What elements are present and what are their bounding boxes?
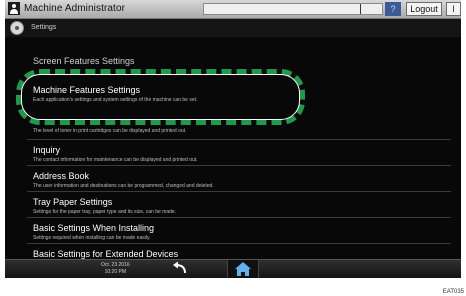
menu-item-title: Inquiry (33, 145, 61, 155)
home-button[interactable] (227, 260, 259, 278)
divider (27, 243, 451, 244)
settings-menu: Screen Features Settings Machine Feature… (5, 37, 461, 259)
menu-item-title: Basic Settings for Extended Devices (33, 249, 179, 259)
divider (27, 217, 451, 218)
divider (360, 4, 361, 14)
menu-item-desc: Settings required when installing can be… (33, 235, 151, 241)
clock: Oct. 23 2016 10:20 PM (101, 262, 130, 276)
user-icon (8, 2, 20, 15)
divider (27, 139, 451, 140)
gear-icon (10, 21, 24, 35)
bottom-bar: Oct. 23 2016 10:20 PM (5, 259, 461, 278)
time-text: 10:20 PM (104, 269, 127, 275)
screen: Machine Administrator ? Logout l Setting… (5, 0, 461, 278)
date-text: Oct. 23 2016 (101, 262, 130, 268)
menu-item-title: Screen Features Settings (33, 56, 135, 66)
divider (27, 191, 451, 192)
menu-item-desc: Settings for the paper tray, paper type … (33, 209, 177, 215)
menu-item-desc: The contact information for maintenance … (33, 157, 198, 163)
logout-button[interactable]: Logout (406, 2, 442, 16)
figure-code: EAT035 (442, 289, 464, 295)
divider (27, 165, 451, 166)
settings-header: Settings (5, 19, 461, 37)
menu-item-desc: Each application's settings and system s… (33, 97, 198, 103)
extra-button[interactable]: l (446, 2, 461, 16)
back-button[interactable] (168, 261, 194, 277)
menu-item-desc: The level of toner in print cartridges c… (33, 128, 187, 134)
menu-item-title: Basic Settings When Installing (33, 223, 155, 233)
title-text: Machine Administrator (24, 3, 126, 14)
back-icon (173, 261, 186, 274)
menu-item-desc: The user information and destinations ca… (33, 183, 214, 189)
menu-item-title: Tray Paper Settings (33, 197, 113, 207)
home-icon (235, 262, 251, 276)
settings-label: Settings (31, 24, 57, 31)
title-field (203, 3, 383, 15)
title-bar: Machine Administrator ? Logout l (5, 0, 461, 19)
menu-item-title: Machine Features Settings (33, 85, 141, 95)
menu-item-title: Address Book (33, 171, 90, 181)
help-button[interactable]: ? (385, 2, 401, 16)
